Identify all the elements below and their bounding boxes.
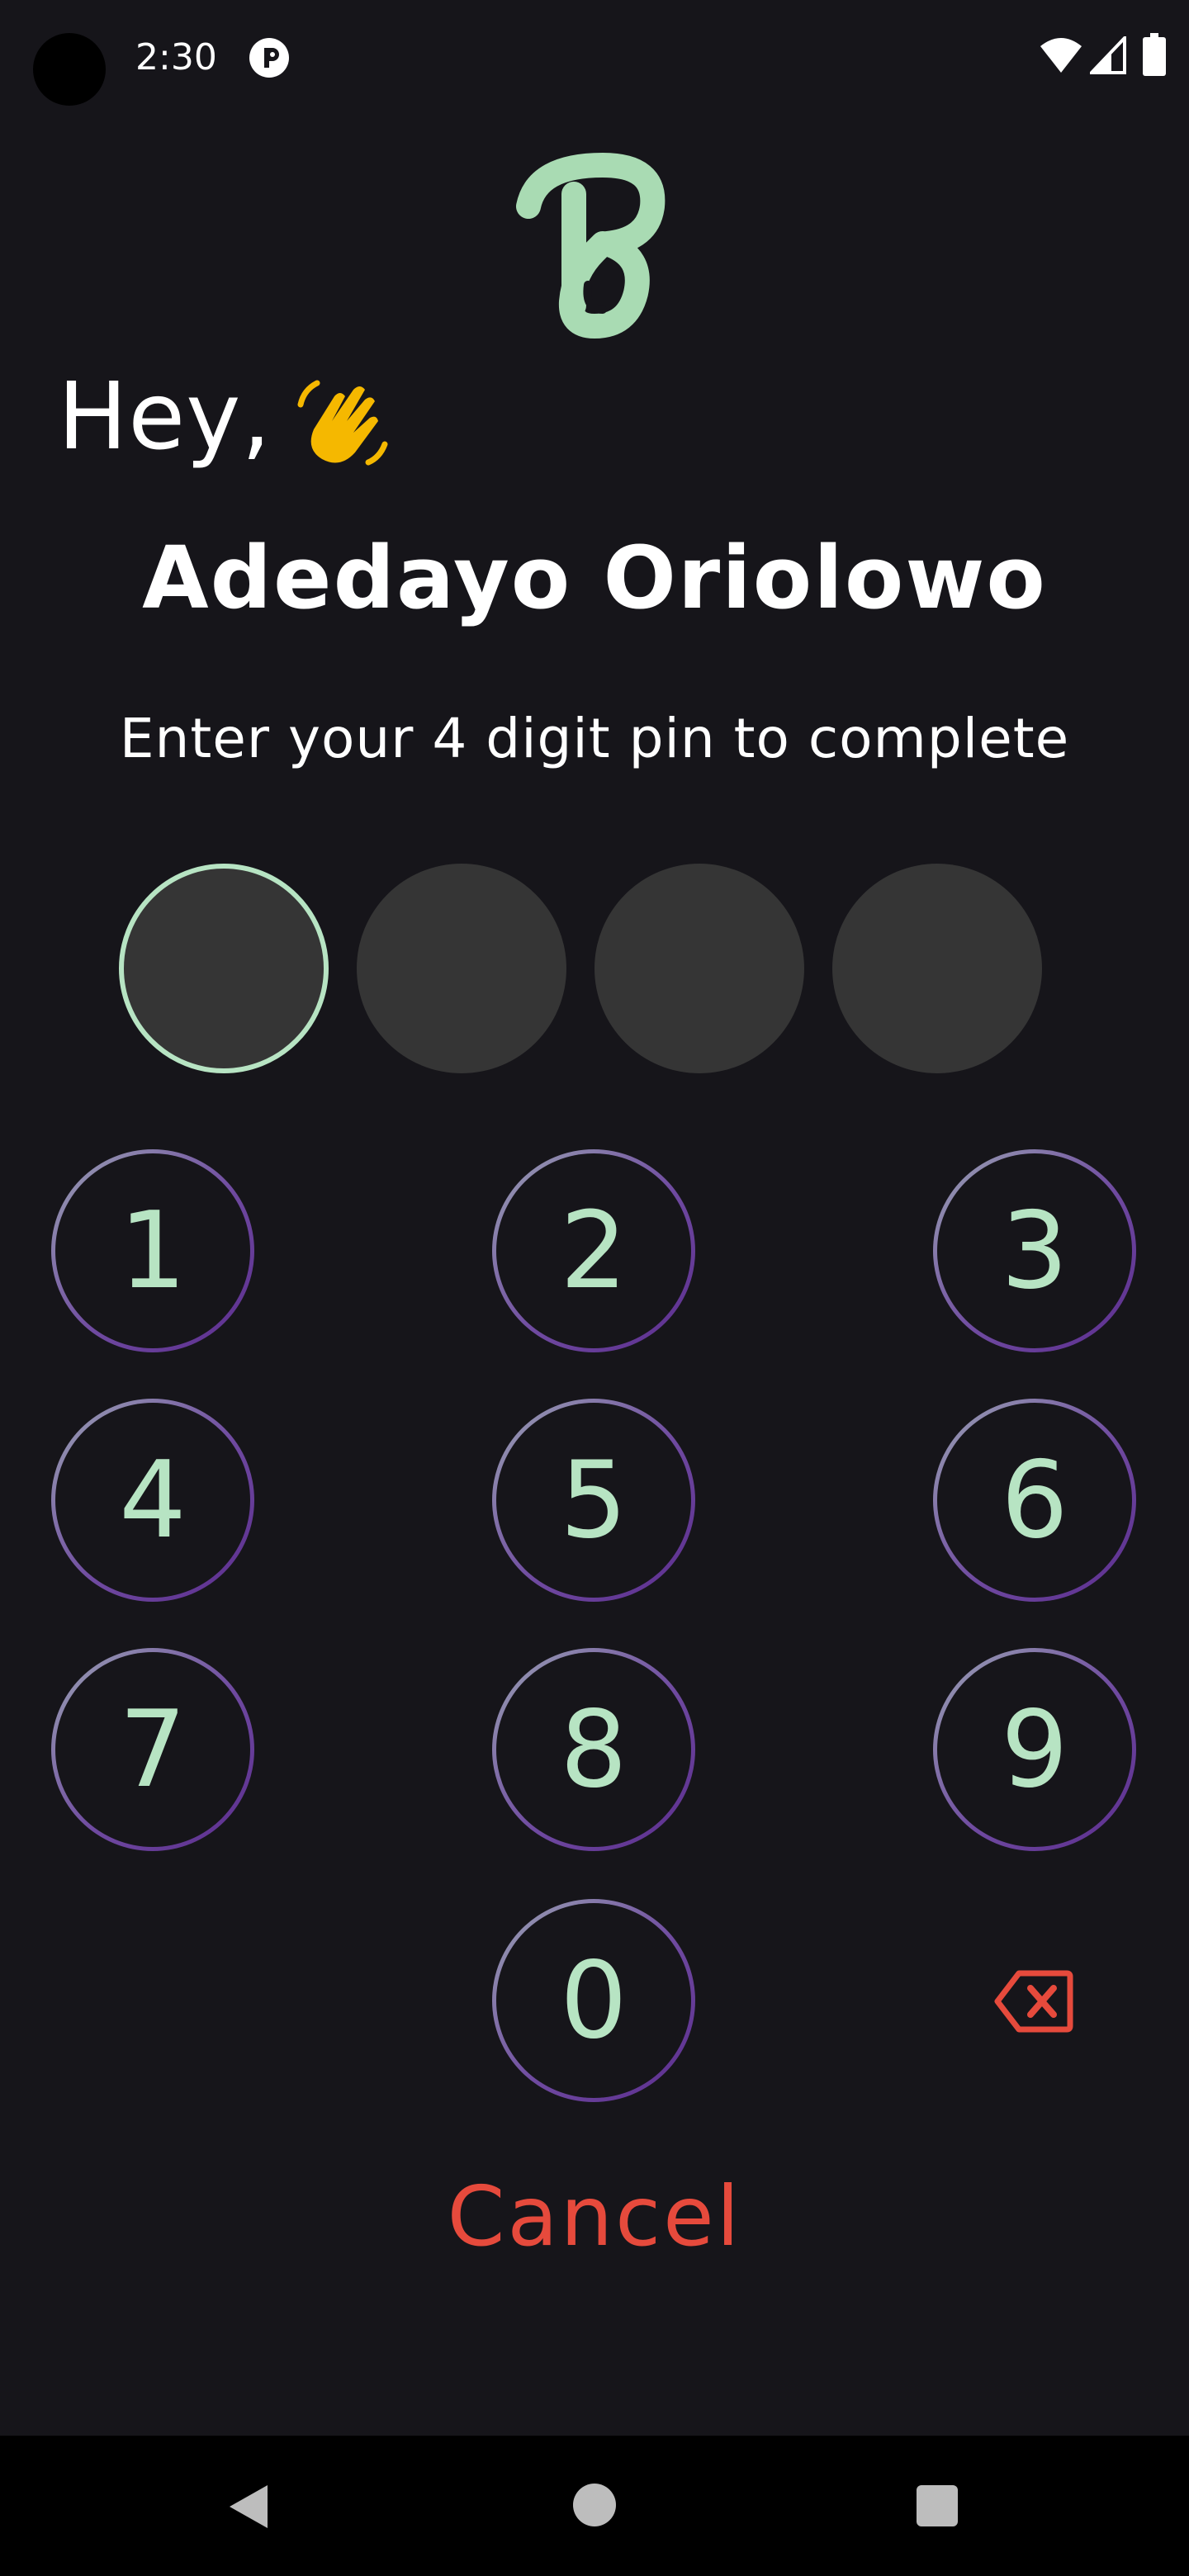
- user-name: Adedayo Oriolowo: [142, 528, 1047, 628]
- key-9-label: 9: [937, 1652, 1132, 1847]
- key-0[interactable]: 0: [492, 1899, 695, 2102]
- waving-hand-icon: [297, 380, 388, 466]
- pin-slot-1: [119, 864, 329, 1073]
- back-icon[interactable]: [225, 2482, 271, 2531]
- key-4[interactable]: 4: [51, 1399, 254, 1602]
- key-3-label: 3: [937, 1153, 1132, 1348]
- pin-slot-2: [357, 864, 566, 1073]
- cancel-button[interactable]: Cancel: [0, 2163, 1189, 2271]
- pin-instruction: Enter your 4 digit pin to complete: [119, 707, 1070, 770]
- key-0-label: 0: [496, 1903, 691, 2098]
- recents-icon[interactable]: [917, 2485, 958, 2526]
- camera-cutout: [33, 33, 106, 106]
- key-9[interactable]: 9: [933, 1648, 1136, 1851]
- battery-icon: [1143, 33, 1166, 76]
- key-2-label: 2: [496, 1153, 691, 1348]
- wifi-icon: [1040, 38, 1082, 73]
- signal-icon: [1090, 36, 1126, 74]
- key-8-label: 8: [496, 1652, 691, 1847]
- key-5[interactable]: 5: [492, 1399, 695, 1602]
- key-5-label: 5: [496, 1403, 691, 1598]
- key-1[interactable]: 1: [51, 1149, 254, 1352]
- pin-slot-3: [594, 864, 804, 1073]
- key-1-label: 1: [55, 1153, 250, 1348]
- key-6[interactable]: 6: [933, 1399, 1136, 1602]
- brand-logo: [516, 153, 666, 339]
- home-icon[interactable]: [573, 2484, 616, 2526]
- key-6-label: 6: [937, 1403, 1132, 1598]
- backspace-icon[interactable]: [994, 1968, 1073, 2034]
- app-notification-icon: [249, 38, 289, 78]
- key-2[interactable]: 2: [492, 1149, 695, 1352]
- greeting-text: Hey,: [58, 363, 272, 471]
- key-8[interactable]: 8: [492, 1648, 695, 1851]
- key-3[interactable]: 3: [933, 1149, 1136, 1352]
- pin-slot-4: [832, 864, 1042, 1073]
- status-time: 2:30: [135, 36, 217, 78]
- key-7-label: 7: [55, 1652, 250, 1847]
- key-7[interactable]: 7: [51, 1648, 254, 1851]
- key-4-label: 4: [55, 1403, 250, 1598]
